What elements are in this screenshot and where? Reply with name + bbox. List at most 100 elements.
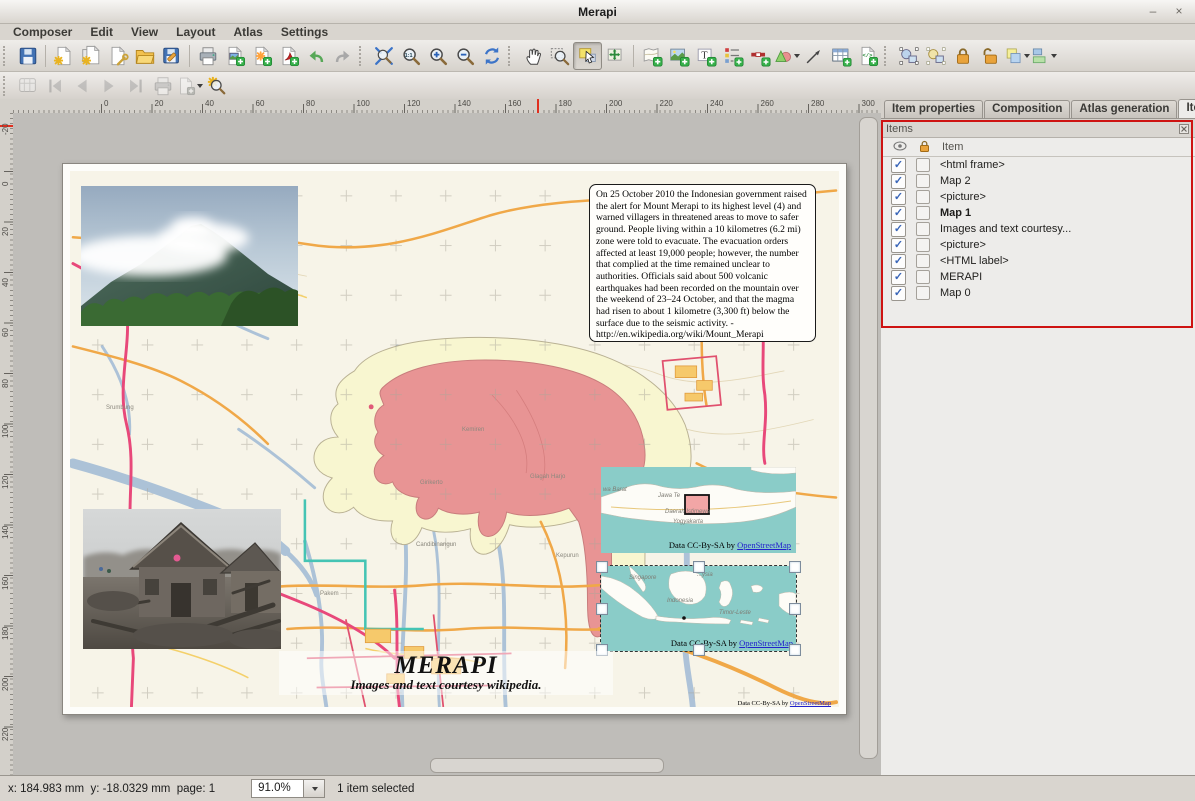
lock-checkbox[interactable] [916,286,930,300]
picture-house-item[interactable] [83,509,281,649]
select-move-item-button[interactable] [573,42,602,70]
add-shape-button[interactable] [773,43,800,69]
item-row[interactable]: ✓<HTML label> [881,253,1195,269]
preview-atlas-button[interactable] [14,73,41,99]
lock-checkbox[interactable] [916,270,930,284]
visibility-checkbox[interactable]: ✓ [891,206,906,221]
add-arrow-button[interactable] [800,43,827,69]
atlas-prev-button[interactable] [68,73,95,99]
new-composition-button[interactable] [50,43,77,69]
composer-canvas[interactable]: SrumbungKemirenGirikertoGlagah HarjoKepu… [13,113,881,775]
selection-handle-nw[interactable] [596,561,608,573]
zoom-in-button[interactable] [424,43,451,69]
zoom-region-button[interactable] [546,43,573,69]
zoom-combo-dropdown[interactable] [303,779,325,798]
menu-settings[interactable]: Settings [272,25,337,39]
lock-checkbox[interactable] [916,158,930,172]
selection-handle-n[interactable] [693,561,705,573]
item-row[interactable]: ✓Images and text courtesy... [881,221,1195,237]
zoom-level-combo[interactable]: 91.0% [251,779,325,798]
tab-composition[interactable]: Composition [984,100,1070,118]
visibility-checkbox[interactable]: ✓ [891,286,906,301]
zoom-out-button[interactable] [451,43,478,69]
item-row[interactable]: ✓Map 2 [881,173,1195,189]
add-image-button[interactable] [665,43,692,69]
atlas-first-button[interactable] [41,73,68,99]
tab-item-properties[interactable]: Item properties [884,100,983,118]
lock-checkbox[interactable] [916,206,930,220]
lock-checkbox[interactable] [916,174,930,188]
tab-atlas-generation[interactable]: Atlas generation [1071,100,1177,118]
composer-manager-button[interactable] [104,43,131,69]
print-atlas-button[interactable] [149,73,176,99]
map2-item[interactable]: wa BaratJawa TeDaerah IstimewaYogyakarta… [601,467,796,553]
print-button[interactable] [194,43,221,69]
menu-layout[interactable]: Layout [167,25,224,39]
pan-button[interactable] [519,43,546,69]
visibility-checkbox[interactable]: ✓ [891,238,906,253]
vertical-scrollbar-thumb[interactable] [859,117,878,759]
zoom-level-value[interactable]: 91.0% [251,779,303,798]
open-button[interactable] [131,43,158,69]
menu-edit[interactable]: Edit [81,25,122,39]
item-row[interactable]: ✓MERAPI [881,269,1195,285]
selection-handle-e[interactable] [789,603,801,615]
raise-items-button[interactable] [1003,43,1030,69]
add-table-button[interactable] [827,43,854,69]
lock-checkbox[interactable] [916,190,930,204]
minimize-button[interactable]: – [1145,3,1161,19]
item-row[interactable]: ✓<html frame> [881,157,1195,173]
toolbar-handle[interactable] [3,46,11,66]
add-legend-button[interactable] [719,43,746,69]
menu-composer[interactable]: Composer [4,25,81,39]
export-image-button[interactable] [221,43,248,69]
save-button[interactable] [14,43,41,69]
lock-checkbox[interactable] [916,254,930,268]
item-row[interactable]: ✓<picture> [881,189,1195,205]
item-row[interactable]: ✓Map 0 [881,285,1195,301]
selection-handle-se[interactable] [789,644,801,656]
group-items-button[interactable] [895,43,922,69]
item-row[interactable]: ✓Map 1 [881,205,1195,221]
export-pdf-button[interactable] [275,43,302,69]
html-frame-item[interactable]: On 25 October 2010 the Indonesian govern… [589,184,816,342]
visibility-checkbox[interactable]: ✓ [891,174,906,189]
selection-handle-s[interactable] [693,644,705,656]
toolbar-handle[interactable] [508,46,516,66]
save-as-button[interactable] [158,43,185,69]
undo-button[interactable] [302,43,329,69]
menu-atlas[interactable]: Atlas [225,25,272,39]
composition-page[interactable]: SrumbungKemirenGirikertoGlagah HarjoKepu… [62,163,847,715]
visibility-checkbox[interactable]: ✓ [891,158,906,173]
lock-checkbox[interactable] [916,222,930,236]
align-items-button[interactable] [1030,43,1057,69]
redo-button[interactable] [329,43,356,69]
selection-handle-w[interactable] [596,603,608,615]
map1-item-selected[interactable]: Singapore...ysiaIndonesiaTimor-Leste Dat… [601,566,796,651]
selection-handle-ne[interactable] [789,561,801,573]
visibility-checkbox[interactable]: ✓ [891,254,906,269]
unlock-items-button[interactable] [976,43,1003,69]
atlas-last-button[interactable] [122,73,149,99]
duplicate-composition-button[interactable] [77,43,104,69]
item-row[interactable]: ✓<picture> [881,237,1195,253]
atlas-settings-button[interactable] [203,73,230,99]
add-label-button[interactable]: T [692,43,719,69]
menu-view[interactable]: View [122,25,167,39]
horizontal-scrollbar-thumb[interactable] [430,758,664,773]
refresh-button[interactable] [478,43,505,69]
close-button[interactable]: × [1171,3,1187,19]
add-map-button[interactable] [638,43,665,69]
visibility-checkbox[interactable]: ✓ [891,270,906,285]
tab-items[interactable]: Items [1178,99,1195,118]
ungroup-items-button[interactable] [922,43,949,69]
picture-volcano-item[interactable] [81,186,298,326]
toolbar-handle[interactable] [3,76,11,96]
zoom-actual-button[interactable]: 1:1 [397,43,424,69]
toolbar-handle[interactable] [884,46,892,66]
lock-items-button[interactable] [949,43,976,69]
toolbar-handle[interactable] [359,46,367,66]
lock-checkbox[interactable] [916,238,930,252]
export-svg-button[interactable] [248,43,275,69]
merapi-label-item[interactable]: MERAPI Images and text courtesy wikipedi… [279,651,613,695]
